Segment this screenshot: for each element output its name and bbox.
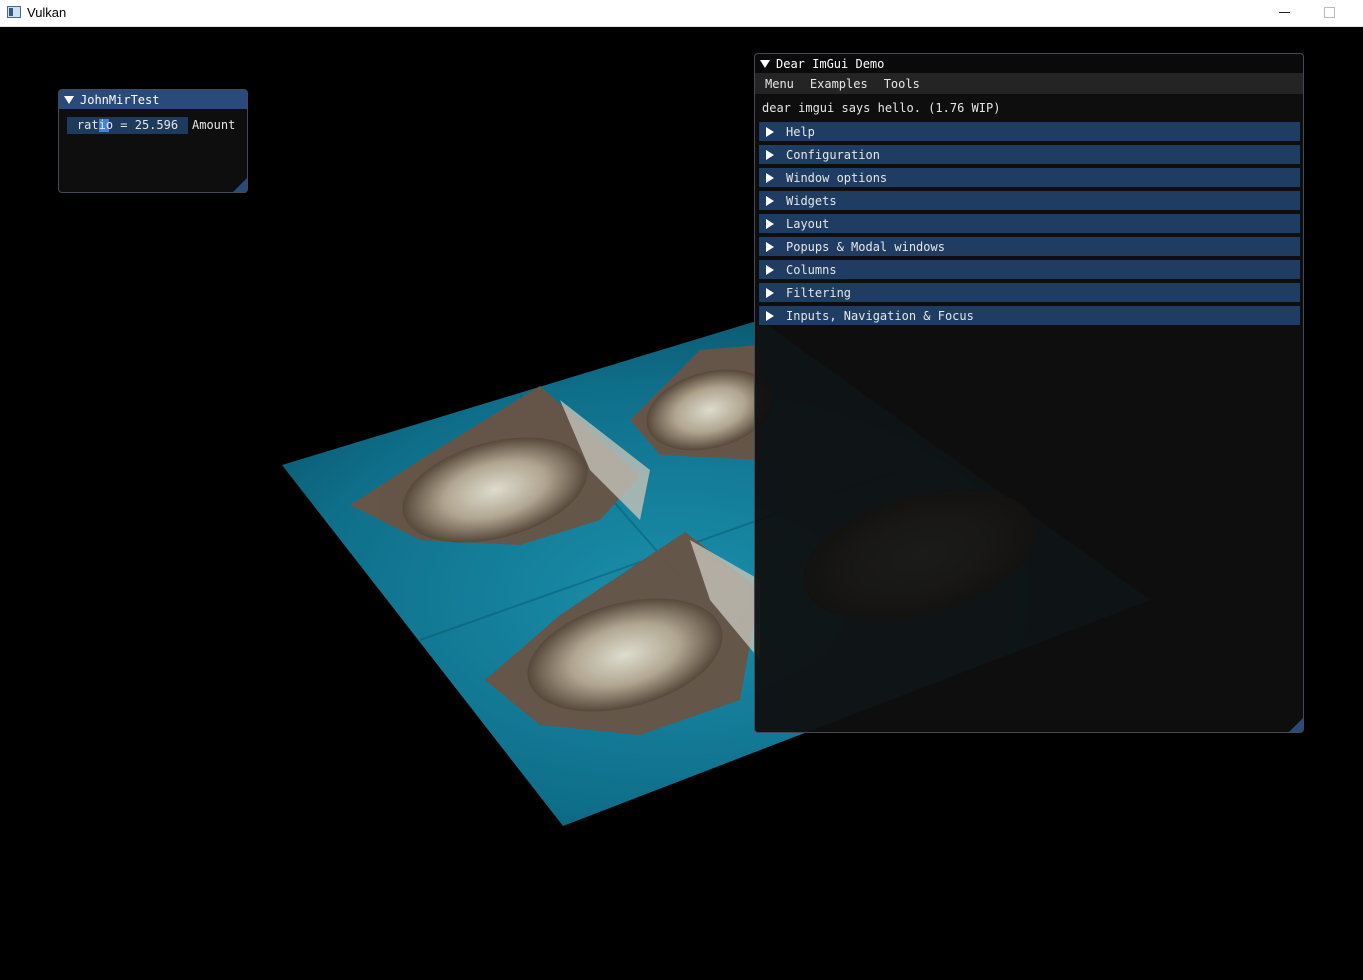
hello-text: dear imgui says hello. (1.76 WIP) [762,101,1001,115]
expand-arrow-icon [766,241,774,252]
minimize-icon[interactable] [1261,0,1307,26]
amount-label: Amount [192,118,236,132]
expand-arrow-icon [766,149,774,160]
header-window-options[interactable]: Window options [759,168,1300,187]
demo-menubar: Menu Examples Tools [755,73,1303,94]
expand-arrow-icon [766,310,774,321]
maximize-icon[interactable] [1306,0,1352,26]
os-titlebar: Vulkan [0,0,1363,27]
expand-arrow-icon [766,287,774,298]
header-label: Inputs, Navigation & Focus [786,308,974,323]
ratio-slider[interactable]: ratio = 25.596 [67,117,188,134]
header-layout[interactable]: Layout [759,214,1300,233]
header-label: Configuration [786,147,880,162]
menu-tools[interactable]: Tools [884,77,920,91]
johnmirtest-title: JohnMirTest [80,92,160,107]
header-popups-modal-windows[interactable]: Popups & Modal windows [759,237,1300,256]
header-configuration[interactable]: Configuration [759,145,1300,164]
demo-title: Dear ImGui Demo [776,56,885,71]
expand-arrow-icon [766,195,774,206]
johnmirtest-titlebar[interactable]: JohnMirTest [59,90,247,109]
collapse-arrow-icon[interactable] [64,95,74,104]
header-columns[interactable]: Columns [759,260,1300,279]
header-label: Columns [786,262,837,277]
resize-grip-icon[interactable] [1289,718,1303,732]
header-help[interactable]: Help [759,122,1300,141]
imgui-demo-window[interactable]: Dear ImGui Demo Menu Examples Tools dear… [754,53,1304,733]
expand-arrow-icon [766,126,774,137]
demo-titlebar[interactable]: Dear ImGui Demo [755,54,1303,73]
menu-examples[interactable]: Examples [810,77,868,91]
ratio-slider-text: ratio = 25.596 [76,118,179,132]
header-label: Widgets [786,193,837,208]
expand-arrow-icon [766,218,774,229]
header-filtering[interactable]: Filtering [759,283,1300,302]
collapse-arrow-icon[interactable] [760,59,770,68]
header-label: Layout [786,216,830,231]
header-label: Filtering [786,285,852,300]
resize-grip-icon[interactable] [233,178,247,192]
header-widgets[interactable]: Widgets [759,191,1300,210]
header-inputs-navigation-focus[interactable]: Inputs, Navigation & Focus [759,306,1300,325]
collapsing-headers: Help Configuration Window options Widget… [755,122,1303,325]
expand-arrow-icon [766,172,774,183]
johnmirtest-window[interactable]: JohnMirTest ratio = 25.596 Amount [58,89,248,193]
header-label: Popups & Modal windows [786,239,945,254]
header-label: Window options [786,170,888,185]
menu-menu[interactable]: Menu [765,77,794,91]
app-icon [7,6,21,18]
header-label: Help [786,124,815,139]
os-window-title: Vulkan [27,5,67,20]
expand-arrow-icon [766,264,774,275]
